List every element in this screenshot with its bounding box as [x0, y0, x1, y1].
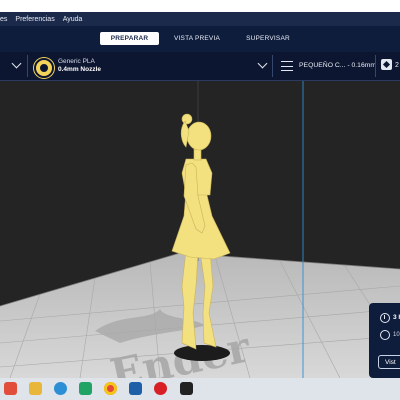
tab-monitor[interactable]: SUPERVISAR — [237, 32, 299, 45]
print-settings-sliders-icon[interactable] — [281, 60, 293, 72]
model-base — [174, 345, 230, 361]
divider — [27, 55, 28, 77]
tab-preview[interactable]: VISTA PREVIA — [166, 32, 228, 45]
divider — [272, 55, 273, 77]
clock-icon — [380, 313, 390, 323]
print-time: 3 h — [393, 314, 400, 321]
printer-dropdown-chevron-icon[interactable] — [11, 58, 22, 69]
preview-button[interactable]: Vist — [378, 355, 400, 369]
support-icon[interactable] — [381, 59, 392, 70]
nozzle-size[interactable]: 0.4mm Nozzle — [58, 66, 101, 73]
menu-item-extensions[interactable]: es — [0, 16, 7, 23]
windows-taskbar — [0, 378, 400, 400]
recorder-icon[interactable] — [4, 382, 17, 395]
stage-bar: PREPARAR VISTA PREVIA SUPERVISAR — [0, 26, 400, 52]
spreadsheet-icon[interactable] — [79, 382, 92, 395]
scene-svg: Ender — [0, 81, 400, 378]
filament-weight-icon — [380, 330, 390, 340]
3d-viewport[interactable]: Ender — [0, 81, 400, 378]
support-value: 2 — [395, 62, 399, 69]
filament-weight: 10 — [393, 332, 400, 338]
chrome-icon[interactable] — [104, 382, 117, 395]
file-explorer-icon[interactable] — [29, 382, 42, 395]
menu-item-preferences[interactable]: Preferencias — [15, 16, 54, 23]
divider — [375, 55, 376, 77]
print-summary-panel: 3 h 10 Vist — [369, 303, 400, 378]
print-profile-label[interactable]: PEQUEÑO C... - 0.16mm — [299, 62, 376, 69]
cura-icon[interactable] — [129, 382, 142, 395]
opera-icon[interactable] — [154, 382, 167, 395]
tab-prepare[interactable]: PREPARAR — [100, 32, 159, 45]
cura-window: es Preferencias Ayuda PREPARAR VISTA PRE… — [0, 12, 400, 378]
material-name[interactable]: Generic PLA — [58, 58, 95, 65]
filament-spool-icon — [34, 58, 54, 78]
media-icon[interactable] — [180, 382, 193, 395]
material-dropdown-chevron-icon[interactable] — [257, 58, 268, 69]
menu-item-help[interactable]: Ayuda — [63, 16, 83, 23]
menu-bar: es Preferencias Ayuda — [0, 12, 400, 26]
printer-config-bar: Generic PLA 0.4mm Nozzle PEQUEÑO C... - … — [0, 52, 400, 81]
edge-icon[interactable] — [54, 382, 67, 395]
